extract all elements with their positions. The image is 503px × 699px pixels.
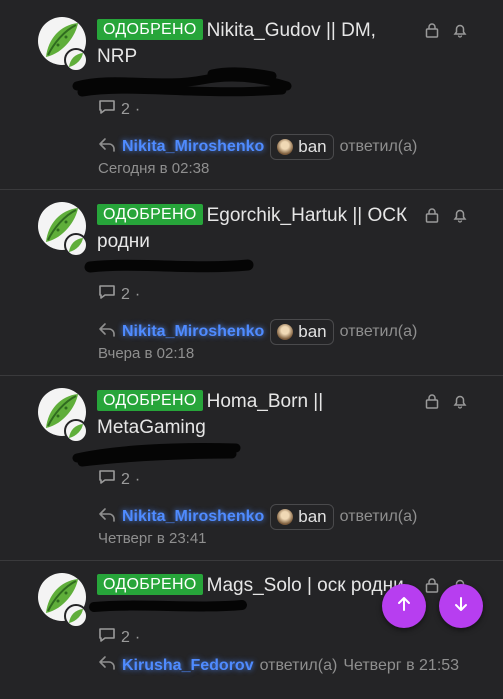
last-reply-date[interactable]: Вчера в 02:18 [98, 345, 194, 362]
reply-action-text: ответил(а) [339, 508, 418, 525]
thread-item[interactable]: ОДОБРЕНО Egorchik_Hartuk || ОСК родни 2 · … [0, 190, 503, 376]
user-status-badge: ban [270, 319, 334, 345]
lock-icon [424, 207, 440, 223]
last-reply-username[interactable]: Nikita_Miroshenko [122, 508, 264, 526]
user-status-badge: ban [270, 134, 334, 160]
scroll-top-button[interactable] [382, 584, 426, 628]
bell-icon [452, 207, 468, 223]
badge-icon [277, 324, 294, 340]
comment-icon [98, 468, 116, 491]
redacted-scribble [72, 442, 241, 467]
thread-title-text[interactable]: Mags_Solo | оск родни [207, 575, 404, 596]
thread-title[interactable]: ОДОБРЕНО Nikita_Gudov || DM, NRP [97, 18, 411, 70]
reply-count: 2 [121, 470, 130, 488]
bell-icon [452, 22, 468, 38]
thread-item[interactable]: ОДОБРЕНО Homa_Born || MetaGaming 2 · Nikit… [0, 376, 503, 561]
last-reply-username[interactable]: Nikita_Miroshenko [122, 323, 264, 341]
last-reply-date[interactable]: Четверг в 21:53 [343, 657, 459, 675]
scroll-bottom-button[interactable] [439, 584, 483, 628]
arrow-down-icon [452, 595, 470, 618]
reply-count: 2 [121, 100, 130, 118]
user-badge-avatar [64, 604, 88, 628]
reply-action-text: ответил(а) [339, 323, 418, 340]
prefix-approved[interactable]: ОДОБРЕНО [97, 204, 203, 225]
thread-item[interactable]: ОДОБРЕНО Nikita_Gudov || DM, NRP 2 · Nikit… [0, 4, 503, 190]
prefix-approved[interactable]: ОДОБРЕНО [97, 390, 203, 411]
last-reply-username[interactable]: Nikita_Miroshenko [122, 138, 264, 156]
badge-icon [277, 509, 294, 525]
redacted-scribble [84, 259, 254, 273]
reply-action-text: ответил(а) [339, 138, 418, 155]
reply-action-text: ответил(а) [259, 656, 338, 674]
comment-icon [98, 626, 116, 649]
thread-title[interactable]: ОДОБРЕНО Homa_Born || MetaGaming [97, 389, 411, 441]
redacted-scribble [89, 600, 247, 612]
comment-icon [98, 283, 116, 306]
prefix-approved[interactable]: ОДОБРЕНО [97, 574, 203, 595]
reply-arrow-icon [98, 507, 116, 528]
user-status-badge: ban [270, 504, 334, 530]
reply-arrow-icon [98, 137, 116, 158]
arrow-up-icon [395, 595, 413, 618]
prefix-approved[interactable]: ОДОБРЕНО [97, 19, 203, 40]
lock-icon [424, 393, 440, 409]
last-reply-date[interactable]: Четверг в 23:41 [98, 530, 207, 547]
lock-icon [424, 577, 440, 593]
reply-count: 2 [121, 628, 130, 646]
lock-icon [424, 22, 440, 38]
badge-icon [277, 139, 294, 155]
comment-icon [98, 98, 116, 121]
thread-title[interactable]: ОДОБРЕНО Egorchik_Hartuk || ОСК родни [97, 203, 411, 255]
bell-icon [452, 393, 468, 409]
last-reply-username[interactable]: Kirusha_Fedorov [122, 657, 254, 675]
thread-item[interactable]: ОДОБРЕНО Mags_Solo | оск родни 2 · Kirusha… [0, 561, 503, 699]
reply-arrow-icon [98, 322, 116, 343]
last-reply-date[interactable]: Сегодня в 02:38 [98, 160, 209, 177]
reply-arrow-icon [98, 655, 116, 676]
reply-count: 2 [121, 285, 130, 303]
